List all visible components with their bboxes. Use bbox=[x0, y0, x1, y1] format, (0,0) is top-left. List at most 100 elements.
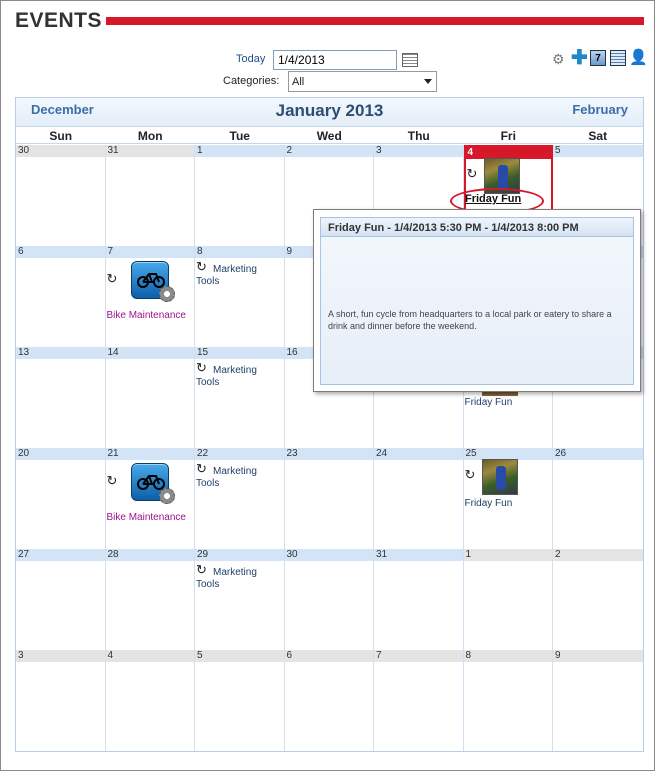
day-number: 6 bbox=[284, 650, 373, 662]
day-number: 7 bbox=[374, 650, 463, 662]
day-number: 2 bbox=[553, 549, 643, 561]
day-number: 24 bbox=[374, 448, 463, 460]
chevron-down-icon bbox=[424, 79, 432, 84]
week-row: 27 28 29 ↻ Marketing Tools 30 31 1 2 bbox=[16, 549, 643, 650]
dow-sat: Sat bbox=[588, 129, 608, 143]
page-title: EVENTS bbox=[15, 9, 103, 32]
event-tooltip-panel: Friday Fun - 1/4/2013 5:30 PM - 1/4/2013… bbox=[320, 217, 634, 385]
today-link[interactable]: Today bbox=[236, 53, 265, 65]
day-number: 23 bbox=[284, 448, 373, 460]
day-number: 15 bbox=[195, 347, 284, 359]
day-number: 30 bbox=[16, 145, 105, 157]
day-cell[interactable]: 2 bbox=[553, 549, 643, 650]
day-number: 8 bbox=[195, 246, 284, 258]
day-cell[interactable]: 27 bbox=[16, 549, 106, 650]
day-number: 30 bbox=[284, 549, 373, 561]
day-cell[interactable]: 29 ↻ Marketing Tools bbox=[195, 549, 285, 650]
day-number: 7 bbox=[105, 246, 194, 258]
recurrence-icon: ↻ bbox=[466, 166, 478, 181]
day-number: 21 bbox=[105, 448, 194, 460]
week-view-icon[interactable]: 7 bbox=[590, 50, 606, 66]
day-number: 13 bbox=[16, 347, 105, 359]
day-number: 6 bbox=[16, 246, 105, 258]
day-number: 3 bbox=[374, 145, 463, 157]
calendar-header: December January 2013 February bbox=[16, 98, 643, 126]
day-number: 28 bbox=[105, 549, 194, 561]
day-number: 3 bbox=[16, 650, 105, 662]
day-cell[interactable]: 30 bbox=[16, 145, 106, 246]
event-tooltip-description: A short, fun cycle from headquarters to … bbox=[328, 309, 612, 331]
bicycle-glyph bbox=[136, 475, 165, 490]
categories-label: Categories: bbox=[223, 75, 280, 87]
day-cell[interactable]: 20 bbox=[16, 448, 106, 549]
dow-sun: Sun bbox=[49, 129, 73, 143]
gear-icon bbox=[158, 286, 175, 302]
day-cell[interactable]: 21 ↻ Bike Maintenance bbox=[105, 448, 195, 549]
categories-selected-value: All bbox=[292, 76, 305, 88]
day-cell[interactable]: 31 bbox=[374, 549, 464, 650]
gear-icon[interactable]: ⚙ bbox=[552, 51, 569, 69]
day-of-week-header: Sun Mon Tue Wed Thu Fri Sat bbox=[16, 126, 643, 144]
day-cell[interactable]: 6 bbox=[284, 650, 374, 751]
list-icon[interactable] bbox=[610, 50, 626, 66]
day-number: 8 bbox=[463, 650, 552, 662]
day-cell[interactable]: 25 ↻ Friday Fun bbox=[463, 448, 553, 549]
recurrence-icon: ↻ bbox=[464, 467, 476, 482]
day-cell[interactable]: 7 ↻ Bike Maintenance bbox=[105, 246, 195, 347]
day-cell[interactable]: 3 bbox=[16, 650, 106, 751]
day-cell[interactable]: 4 bbox=[105, 650, 195, 751]
calendar-picker-icon[interactable] bbox=[402, 53, 418, 67]
recurrence-icon: ↻ bbox=[106, 473, 118, 488]
event-link-friday-fun[interactable]: Friday Fun bbox=[465, 498, 513, 510]
event-photo[interactable] bbox=[481, 459, 518, 495]
recurrence-icon: ↻ bbox=[106, 271, 118, 286]
day-cell[interactable]: 1 bbox=[463, 549, 553, 650]
title-accent-bar bbox=[106, 17, 644, 25]
plus-icon[interactable]: ✚ bbox=[571, 45, 588, 69]
day-number: 20 bbox=[16, 448, 105, 460]
event-link-bike-maintenance[interactable]: Bike Maintenance bbox=[107, 512, 187, 524]
events-panel: EVENTS Today Categories: All ⚙ ✚ 7 👤 Dec… bbox=[0, 0, 655, 771]
day-number: 5 bbox=[195, 650, 284, 662]
day-number: 5 bbox=[553, 145, 643, 157]
day-cell[interactable]: 22 ↻ Marketing Tools bbox=[195, 448, 285, 549]
day-number: 1 bbox=[463, 549, 552, 561]
rider-figure bbox=[495, 466, 506, 490]
event-tooltip: Friday Fun - 1/4/2013 5:30 PM - 1/4/2013… bbox=[313, 209, 641, 392]
next-month-link[interactable]: February bbox=[572, 102, 628, 117]
day-cell[interactable]: 8 bbox=[463, 650, 553, 751]
event-link-marketing-tools[interactable]: Marketing Tools bbox=[196, 567, 276, 591]
date-input[interactable] bbox=[273, 50, 397, 70]
event-link-friday-fun[interactable]: Friday Fun bbox=[465, 397, 513, 409]
day-cell[interactable]: 9 bbox=[553, 650, 643, 751]
month-calendar: December January 2013 February Sun Mon T… bbox=[15, 97, 644, 752]
day-cell[interactable]: 24 bbox=[374, 448, 464, 549]
day-cell[interactable]: 28 bbox=[105, 549, 195, 650]
day-cell[interactable]: 8 ↻ Marketing Tools bbox=[195, 246, 285, 347]
day-cell[interactable]: 26 bbox=[553, 448, 643, 549]
user-settings-icon[interactable]: 👤 bbox=[629, 48, 648, 66]
day-cell[interactable]: 13 bbox=[16, 347, 106, 448]
gear-icon bbox=[158, 488, 175, 504]
day-cell[interactable]: 14 bbox=[105, 347, 195, 448]
day-cell[interactable]: 23 bbox=[284, 448, 374, 549]
day-cell[interactable]: 5 bbox=[195, 650, 285, 751]
day-cell[interactable]: 30 bbox=[284, 549, 374, 650]
dow-fri: Fri bbox=[500, 129, 516, 143]
event-link-marketing-tools[interactable]: Marketing Tools bbox=[196, 466, 276, 490]
day-cell[interactable]: 15 ↻ Marketing Tools bbox=[195, 347, 285, 448]
categories-select[interactable]: All bbox=[288, 71, 437, 92]
event-link-marketing-tools[interactable]: Marketing Tools bbox=[196, 365, 276, 389]
day-cell[interactable]: 1 bbox=[195, 145, 285, 246]
day-number: 1 bbox=[195, 145, 284, 157]
dow-thu: Thu bbox=[407, 129, 430, 143]
event-link-marketing-tools[interactable]: Marketing Tools bbox=[196, 264, 276, 288]
day-number: 29 bbox=[195, 549, 284, 561]
bicycle-glyph bbox=[136, 273, 165, 288]
week-row: 20 21 ↻ Bike Maintenance 22 ↻ Marketing … bbox=[16, 448, 643, 549]
day-number: 22 bbox=[195, 448, 284, 460]
day-cell[interactable]: 31 bbox=[105, 145, 195, 246]
day-cell[interactable]: 6 bbox=[16, 246, 106, 347]
event-link-bike-maintenance[interactable]: Bike Maintenance bbox=[107, 310, 187, 322]
day-cell[interactable]: 7 bbox=[374, 650, 464, 751]
